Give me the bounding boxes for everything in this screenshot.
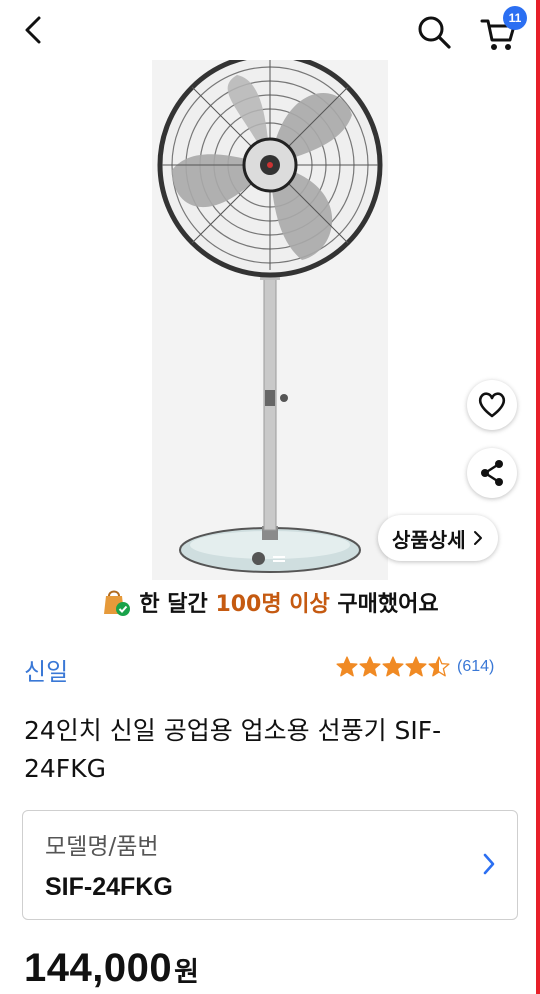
scroll-edge-indicator <box>536 0 540 994</box>
option-value: SIF-24FKG <box>45 873 173 901</box>
purchase-highlight: 100명 이상 <box>215 592 330 617</box>
purchase-prefix: 한 달간 <box>139 592 208 617</box>
price: 144,000 원 <box>24 946 199 991</box>
model-option-selector[interactable]: 모델명/품번 SIF-24FKG <box>22 810 518 920</box>
product-image[interactable] <box>152 60 388 580</box>
wishlist-button[interactable] <box>467 380 517 430</box>
shopping-bag-check-icon <box>101 587 131 617</box>
search-icon <box>418 16 451 49</box>
product-detail-button[interactable]: 상품상세 <box>378 515 498 561</box>
option-label: 모델명/품번 <box>45 834 159 860</box>
search-button[interactable] <box>412 10 456 54</box>
product-title: 24인치 신일 공업용 업소용 선풍기 SIF-24FKG <box>24 716 442 783</box>
cart-count-badge: 11 <box>503 6 527 30</box>
share-button[interactable] <box>467 448 517 498</box>
rating-summary[interactable]: (614) <box>336 656 494 678</box>
purchase-count-banner: 한 달간 100명 이상 구매했어요 <box>0 584 540 620</box>
star-rating <box>336 656 450 678</box>
star-icon <box>382 656 404 677</box>
chevron-left-icon <box>25 16 41 44</box>
back-button[interactable] <box>14 10 54 50</box>
star-icon <box>428 656 450 677</box>
cart-button[interactable]: 11 <box>476 6 527 54</box>
product-detail-label: 상품상세 <box>392 527 466 552</box>
pager-dot <box>273 555 285 562</box>
star-icon <box>405 656 427 677</box>
pager-dot-active <box>252 552 265 565</box>
purchase-suffix: 구매했어요 <box>337 592 439 617</box>
star-icon <box>359 656 381 677</box>
share-icon <box>481 460 503 486</box>
chevron-right-icon <box>483 853 495 875</box>
star-icon <box>336 656 358 677</box>
price-amount: 144,000 <box>24 946 173 990</box>
image-pager[interactable] <box>252 552 285 565</box>
chevron-right-icon <box>473 531 482 545</box>
review-count[interactable]: (614) <box>457 658 494 676</box>
price-unit: 원 <box>174 957 199 988</box>
heart-icon <box>478 392 506 418</box>
fan-illustration <box>152 60 388 580</box>
product-page: 11 상품상세 한 달간 100명 이상 구매했어요 신일 (614) 24인치… <box>0 0 540 994</box>
brand-link[interactable]: 신일 <box>24 652 68 687</box>
